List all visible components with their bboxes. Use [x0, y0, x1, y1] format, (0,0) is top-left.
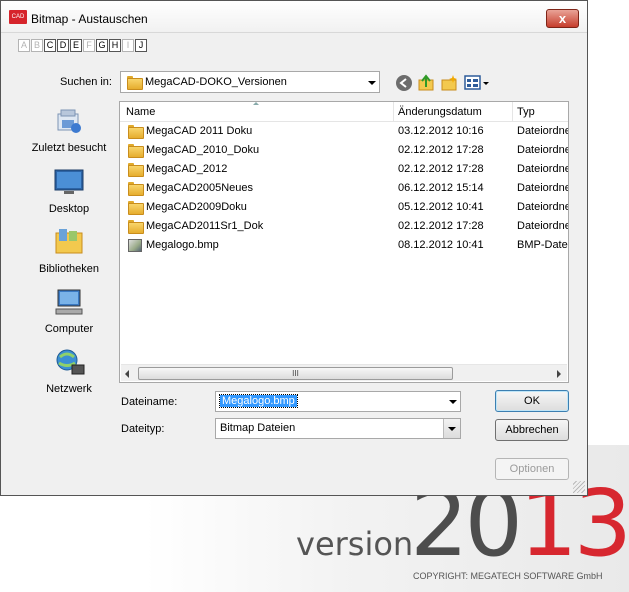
file-type: Dateiordner	[517, 144, 569, 156]
drive-letter-strip: ABCDEFGHIJ	[18, 39, 147, 52]
list-item[interactable]: MegaCAD2005Neues 06.12.2012 15:14 Dateiord…	[120, 179, 569, 198]
file-date: 02.12.2012 17:28	[398, 220, 484, 232]
column-header-date[interactable]: Änderungsdatum	[398, 106, 482, 118]
file-name: MegaCAD 2011 Doku	[146, 125, 253, 137]
resize-grip-icon[interactable]	[573, 481, 585, 493]
ok-button[interactable]: OK	[495, 390, 569, 412]
back-arrow-icon[interactable]	[395, 74, 413, 92]
scroll-right-icon[interactable]	[557, 370, 561, 378]
filename-value: Megalogo.bmp	[219, 394, 298, 408]
filename-label: Dateiname:	[121, 396, 178, 408]
sort-ascending-icon	[253, 102, 259, 105]
lookin-label: Suchen in:	[60, 76, 112, 88]
view-menu-icon[interactable]	[464, 74, 490, 92]
file-type: Dateiordner	[517, 182, 569, 194]
drive-letter-j[interactable]: J	[135, 39, 147, 52]
close-button[interactable]: x	[546, 9, 579, 28]
list-item[interactable]: MegaCAD 2011 Doku 03.12.2012 10:16 Dateior…	[120, 122, 569, 141]
column-header-type[interactable]: Typ	[517, 106, 535, 118]
filetype-select[interactable]: Bitmap Dateien	[215, 418, 461, 439]
lookin-combo[interactable]: MegaCAD-DOKO_Versionen	[120, 71, 380, 93]
app-logo-icon: CAD	[9, 10, 27, 24]
title-bar[interactable]: CAD Bitmap - Austauschen x	[1, 1, 587, 33]
folder-icon	[128, 144, 144, 158]
file-type: Dateiordner	[517, 163, 569, 175]
drive-letter-f[interactable]: F	[83, 39, 95, 52]
window-title: Bitmap - Austauschen	[31, 12, 148, 26]
chevron-down-icon	[448, 427, 456, 431]
drive-letter-i[interactable]: I	[122, 39, 134, 52]
file-date: 02.12.2012 17:28	[398, 163, 484, 175]
file-name: MegaCAD2011Sr1_Dok	[146, 220, 264, 232]
column-header-name[interactable]: Name	[126, 106, 155, 118]
list-item[interactable]: MegaCAD2009Doku 05.12.2012 10:41 Dateiordn…	[120, 198, 569, 217]
filename-input[interactable]: Megalogo.bmp	[215, 391, 461, 412]
file-dialog-window: CAD Bitmap - Austauschen x ABCDEFGHIJ Su…	[0, 0, 588, 496]
file-date: 08.12.2012 10:41	[398, 239, 484, 251]
recent-places-icon	[57, 109, 81, 133]
file-type: Dateiordner	[517, 220, 569, 232]
list-item[interactable]: MegaCAD_2012 02.12.2012 17:28 Dateiordner	[120, 160, 569, 179]
chevron-down-icon	[368, 81, 376, 85]
file-name: MegaCAD_2012	[146, 163, 228, 175]
place-network[interactable]: Netzwerk	[21, 347, 117, 395]
chevron-down-icon[interactable]	[449, 400, 457, 404]
filetype-label: Dateityp:	[121, 423, 165, 435]
cancel-button[interactable]: Abbrechen	[495, 419, 569, 441]
place-label: Netzwerk	[46, 383, 92, 395]
filetype-value: Bitmap Dateien	[220, 422, 296, 434]
folder-up-icon[interactable]	[417, 74, 435, 92]
file-list[interactable]: Name Änderungsdatum Typ MegaCAD 2011 Dok…	[119, 101, 569, 383]
folder-icon	[127, 76, 143, 90]
options-button[interactable]: Optionen	[495, 458, 569, 480]
drive-letter-d[interactable]: D	[57, 39, 69, 52]
scroll-left-icon[interactable]	[125, 370, 129, 378]
file-date: 02.12.2012 17:28	[398, 144, 484, 156]
bitmap-file-icon	[128, 239, 142, 252]
list-item[interactable]: MegaCAD_2010_Doku 02.12.2012 17:28 Dateior…	[120, 141, 569, 160]
desktop-icon	[54, 169, 84, 194]
place-label: Desktop	[48, 203, 90, 215]
file-type: Dateiordner	[517, 201, 569, 213]
horizontal-scrollbar[interactable]: III	[121, 364, 567, 381]
lookin-value: MegaCAD-DOKO_Versionen	[145, 76, 287, 88]
file-name: Megalogo.bmp	[146, 239, 219, 251]
file-type: BMP-Datei	[517, 239, 569, 251]
drive-letter-a[interactable]: A	[18, 39, 30, 52]
file-name: MegaCAD2009Doku	[146, 201, 247, 213]
folder-icon	[128, 125, 144, 139]
folder-icon	[128, 201, 144, 215]
drive-letter-c[interactable]: C	[44, 39, 56, 52]
computer-icon	[55, 289, 83, 315]
place-desktop[interactable]: Desktop	[21, 167, 117, 215]
file-name: MegaCAD2005Neues	[146, 182, 254, 194]
folder-icon	[128, 182, 144, 196]
network-icon	[56, 349, 85, 375]
place-recent[interactable]: Zuletzt besucht	[21, 106, 117, 154]
list-item[interactable]: MegaCAD2011Sr1_Dok 02.12.2012 17:28 Dateio…	[120, 217, 569, 236]
list-item[interactable]: Megalogo.bmp 08.12.2012 10:41 BMP-Datei	[120, 236, 569, 255]
drive-letter-b[interactable]: B	[31, 39, 43, 52]
place-label: Zuletzt besucht	[31, 142, 107, 154]
place-label: Computer	[44, 323, 94, 335]
folder-icon	[128, 220, 144, 234]
drive-letter-e[interactable]: E	[70, 39, 82, 52]
libraries-icon	[55, 229, 83, 254]
folder-icon	[128, 163, 144, 177]
file-date: 06.12.2012 15:14	[398, 182, 484, 194]
drive-letter-g[interactable]: G	[96, 39, 108, 52]
splash-copyright: COPYRIGHT: MEGATECH SOFTWARE GmbH	[413, 571, 603, 581]
file-date: 05.12.2012 10:41	[398, 201, 484, 213]
drive-letter-h[interactable]: H	[109, 39, 121, 52]
splash-version-word: version	[296, 525, 414, 563]
place-label: Bibliotheken	[39, 263, 99, 275]
file-date: 03.12.2012 10:16	[398, 125, 484, 137]
file-type: Dateiordner	[517, 125, 569, 137]
file-name: MegaCAD_2010_Doku	[146, 144, 260, 156]
list-header: Name Änderungsdatum Typ	[120, 102, 568, 122]
new-folder-icon[interactable]	[440, 74, 458, 92]
place-computer[interactable]: Computer	[21, 287, 117, 335]
place-libraries[interactable]: Bibliotheken	[21, 227, 117, 275]
scroll-thumb[interactable]: III	[138, 367, 453, 380]
